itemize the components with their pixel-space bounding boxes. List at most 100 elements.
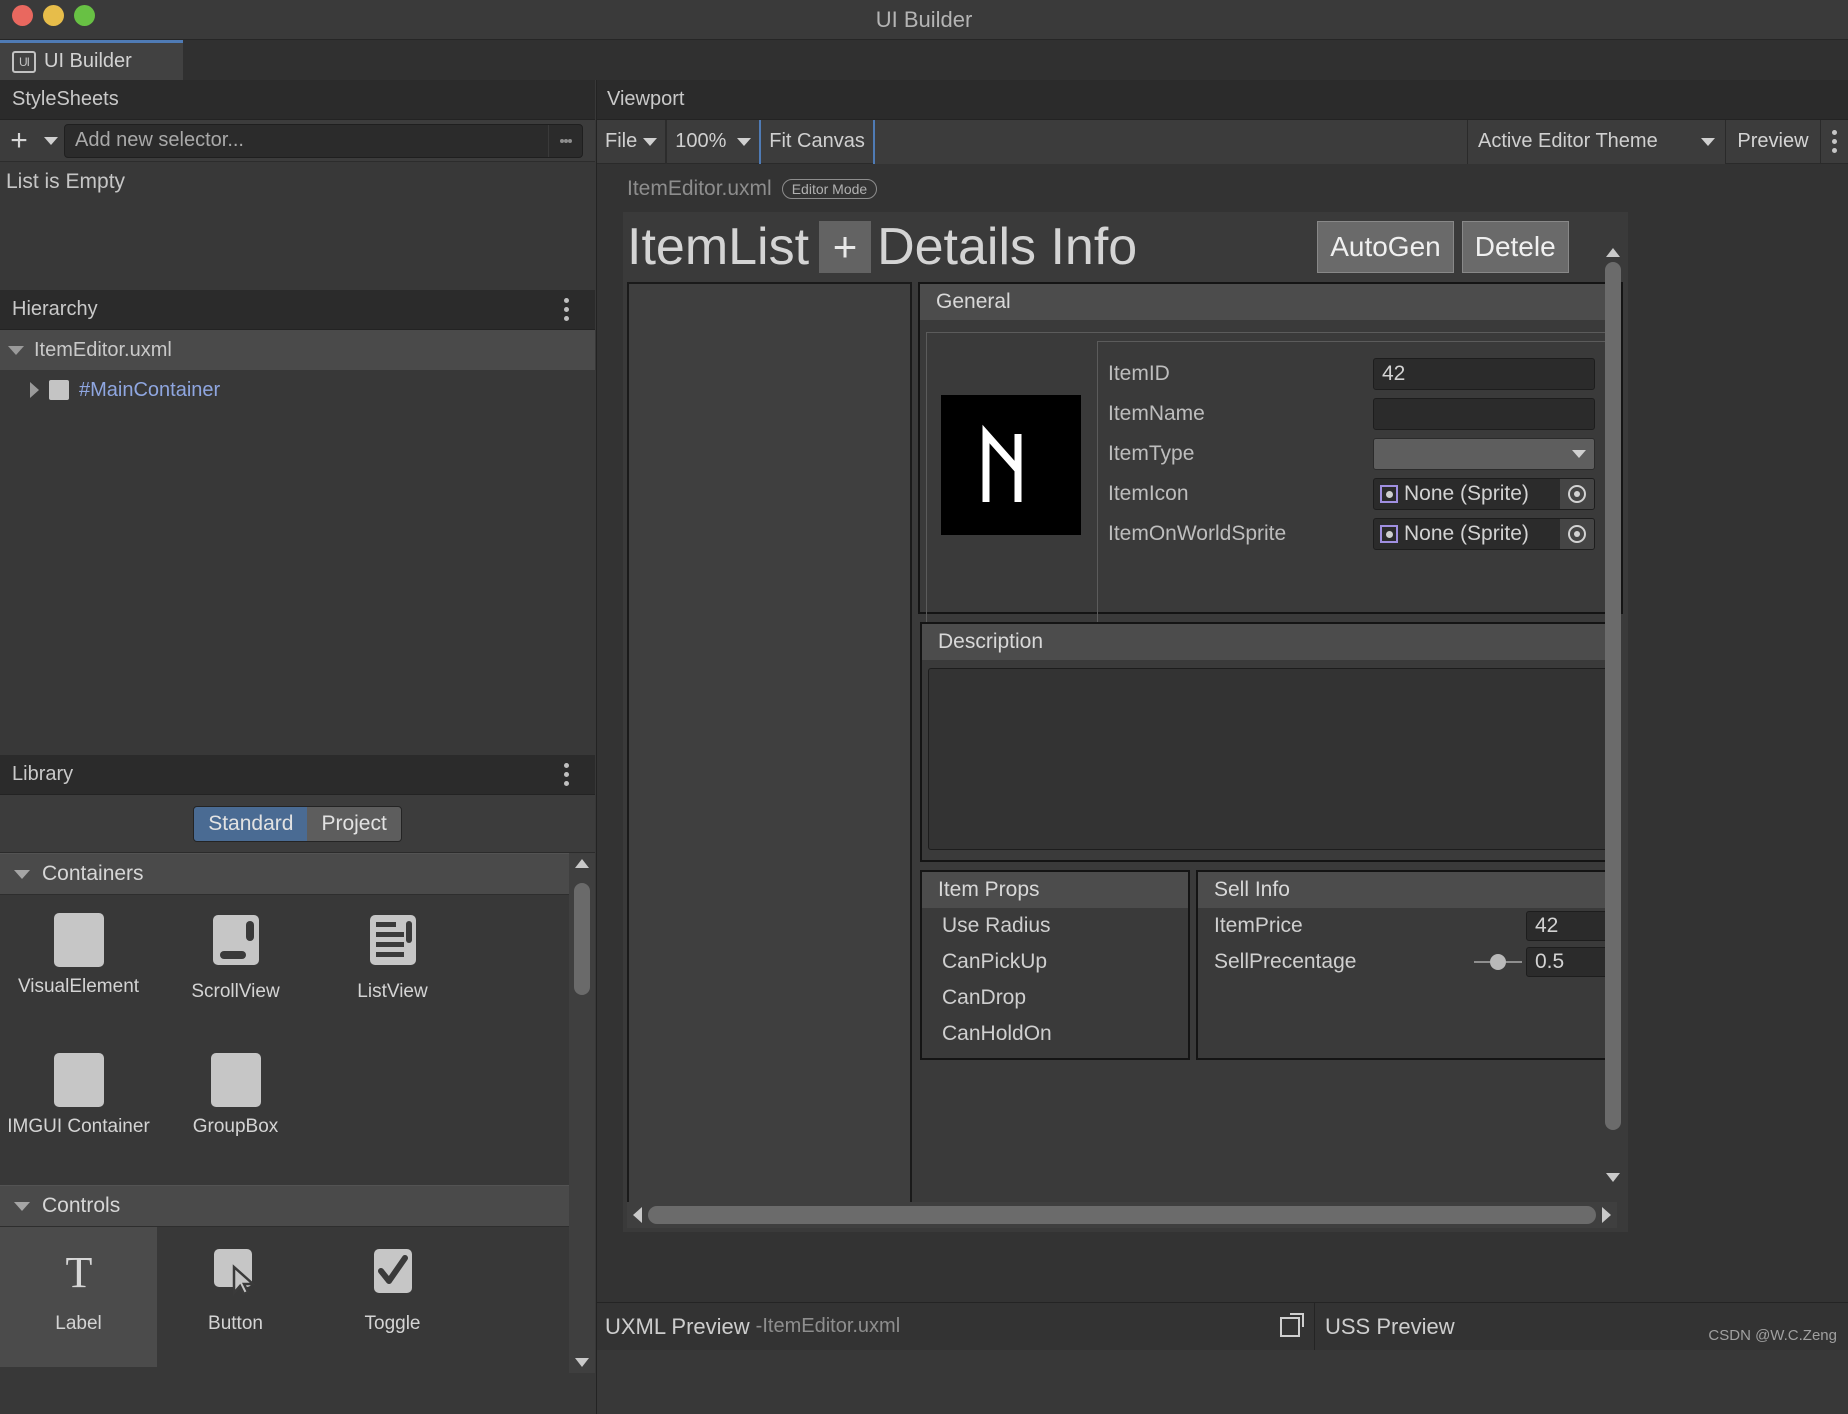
viewport-panel-header: Viewport <box>597 80 1848 120</box>
scroll-down-arrow-icon[interactable] <box>575 1358 589 1367</box>
uss-preview-title: USS Preview <box>1325 1313 1455 1339</box>
field-label: ItemOnWorldSprite <box>1108 522 1287 545</box>
field-label: ItemType <box>1108 442 1195 465</box>
zoom-level-dropdown[interactable]: 100% <box>667 120 759 164</box>
vertical-dots-icon[interactable] <box>548 124 582 157</box>
item-props-title: Item Props <box>922 872 1188 908</box>
triangle-down-icon[interactable] <box>14 869 30 879</box>
field-label: ItemIcon <box>1108 482 1189 505</box>
library-item-visualelement[interactable]: VisualElement <box>0 895 157 1035</box>
scroll-right-arrow-icon[interactable] <box>1602 1207 1611 1223</box>
field-label: ItemPrice <box>1214 914 1303 937</box>
library-item-toggle[interactable]: Toggle <box>314 1227 471 1367</box>
toolbar-spacer <box>874 119 1467 164</box>
prop-use-radius[interactable]: Use Radius <box>922 908 1188 944</box>
library-item-label-control[interactable]: T Label <box>0 1227 157 1367</box>
library-grid-empty-cell <box>314 1035 471 1185</box>
uxml-preview-panel-header[interactable]: UXML Preview -ItemEditor.uxml <box>597 1303 1315 1350</box>
library-item-button[interactable]: Button <box>157 1227 314 1367</box>
object-picker-button[interactable] <box>1560 479 1594 509</box>
library-segmented-control: Standard Project <box>193 805 402 842</box>
prop-canholdon[interactable]: CanHoldOn <box>922 1016 1188 1052</box>
library-vertical-scrollbar[interactable] <box>569 853 595 1373</box>
scroll-left-arrow-icon[interactable] <box>633 1207 642 1223</box>
uss-preview-panel-header[interactable]: USS Preview CSDN @W.C.Zeng <box>1315 1303 1848 1350</box>
external-link-icon[interactable] <box>1280 1312 1304 1337</box>
kebab-menu-icon[interactable] <box>564 298 569 321</box>
chevron-down-icon <box>643 137 658 146</box>
category-label: Controls <box>42 1194 121 1217</box>
theme-dropdown[interactable]: Active Editor Theme <box>1467 119 1725 164</box>
triangle-right-icon[interactable] <box>30 382 39 398</box>
uxml-preview-title: UXML Preview <box>605 1313 750 1339</box>
itemname-input[interactable] <box>1373 398 1595 430</box>
object-picker-button[interactable] <box>1560 519 1594 549</box>
library-item-scrollview[interactable]: ScrollView <box>157 895 314 1035</box>
stylesheets-title: StyleSheets <box>12 88 119 110</box>
kebab-menu-icon[interactable] <box>564 763 569 786</box>
prop-canpickup[interactable]: CanPickUp <box>922 944 1188 980</box>
library-item-groupbox[interactable]: GroupBox <box>157 1035 314 1185</box>
item-props-groupbox: Item Props Use Radius CanPickUp CanDrop … <box>920 870 1190 1060</box>
general-inner-frame: ItemID 42 ItemName ItemType ItemIcon Non… <box>926 332 1615 650</box>
object-value: None (Sprite) <box>1404 522 1529 545</box>
prop-candrop[interactable]: CanDrop <box>922 980 1188 1016</box>
stylesheets-toolbar: + Add new selector... <box>0 120 595 162</box>
tab-ui-builder[interactable]: UI UI Builder <box>0 40 183 80</box>
scroll-down-arrow-icon[interactable] <box>1606 1173 1620 1182</box>
library-category-controls[interactable]: Controls <box>0 1185 595 1227</box>
library-item-label: Label <box>55 1313 102 1334</box>
preview-button[interactable]: Preview <box>1725 119 1820 164</box>
sell-row-sellprecentage: SellPrecentage 0.5 <box>1198 944 1618 980</box>
item-thumbnail <box>941 395 1081 535</box>
viewport-title: Viewport <box>607 88 685 110</box>
scroll-up-arrow-icon[interactable] <box>1606 248 1620 257</box>
field-label: ItemID <box>1108 362 1170 385</box>
itemonworldsprite-object-field[interactable]: None (Sprite) <box>1373 518 1595 550</box>
field-label: ItemName <box>1108 402 1205 425</box>
canvas-horizontal-scrollbar[interactable] <box>627 1202 1617 1228</box>
hierarchy-filler <box>0 410 595 755</box>
hierarchy-item-itemeditor[interactable]: ItemEditor.uxml <box>0 330 595 370</box>
delete-button[interactable]: Detele <box>1461 221 1569 273</box>
hierarchy-item-maincontainer[interactable]: #MainContainer <box>0 370 595 410</box>
sell-info-title: Sell Info <box>1198 872 1618 908</box>
library-tab-project[interactable]: Project <box>307 806 401 841</box>
slider-knob[interactable] <box>1490 954 1506 970</box>
scrollbar-thumb[interactable] <box>574 883 590 995</box>
autogen-button[interactable]: AutoGen <box>1317 221 1454 273</box>
sellprecentage-slider[interactable] <box>1474 954 1522 970</box>
library-item-imguicontainer[interactable]: IMGUI Container <box>0 1035 157 1185</box>
description-textarea[interactable] <box>928 668 1612 850</box>
viewport-column: Viewport File 100% Fit Canvas Active Edi… <box>596 80 1848 1414</box>
itemlist-listview[interactable] <box>627 282 912 1222</box>
scrollbar-thumb[interactable] <box>648 1206 1596 1224</box>
itemtype-dropdown[interactable] <box>1373 438 1595 470</box>
plus-icon[interactable]: + <box>0 120 38 162</box>
itemid-input[interactable]: 42 <box>1373 358 1595 390</box>
itemicon-object-field[interactable]: None (Sprite) <box>1373 478 1595 510</box>
add-item-button[interactable]: + <box>819 221 872 273</box>
field-row-itemtype: ItemType <box>1108 434 1595 474</box>
kebab-menu-icon[interactable] <box>1820 119 1848 164</box>
itemlist-title: ItemList <box>627 218 810 276</box>
chevron-down-icon[interactable] <box>38 120 64 162</box>
triangle-down-icon[interactable] <box>14 1201 30 1211</box>
scroll-up-arrow-icon[interactable] <box>575 859 589 868</box>
hierarchy-title: Hierarchy <box>12 298 98 320</box>
file-menu-button[interactable]: File <box>597 120 665 164</box>
svg-text:T: T <box>65 1248 92 1297</box>
thumbnail-glyph <box>982 424 1022 502</box>
tab-strip: UI UI Builder <box>0 40 1848 80</box>
fit-canvas-button[interactable]: Fit Canvas <box>761 120 873 164</box>
add-new-selector-input[interactable]: Add new selector... <box>64 123 583 158</box>
library-item-listview[interactable]: ListView <box>314 895 471 1035</box>
square-icon <box>53 1053 104 1107</box>
scrollbar-thumb[interactable] <box>1605 262 1621 1130</box>
sprite-icon <box>1380 485 1398 503</box>
checkmark-icon <box>368 1245 418 1304</box>
library-category-containers[interactable]: Containers <box>0 853 595 895</box>
triangle-down-icon[interactable] <box>8 345 24 355</box>
library-tab-standard[interactable]: Standard <box>194 806 308 841</box>
canvas-vertical-scrollbar[interactable] <box>1601 246 1625 1184</box>
